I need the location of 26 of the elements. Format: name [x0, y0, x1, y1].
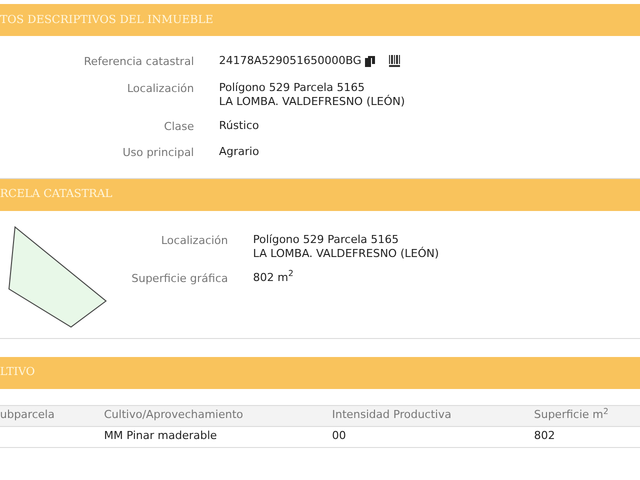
column-header: ubparcela — [0, 408, 55, 422]
field-label: Uso principal — [122, 146, 194, 159]
column-header: Cultivo/Aprovechamiento — [104, 408, 244, 422]
field-value: LA LOMBA. VALDEFRESNO (LEÓN) — [253, 246, 439, 260]
table-cell: 802 — [534, 429, 555, 442]
section-title: TOS DESCRIPTIVOS DEL INMUEBLE — [0, 12, 214, 28]
copy-icon[interactable] — [365, 56, 376, 66]
section-title: LTIVO — [0, 364, 35, 380]
field-value: LA LOMBA. VALDEFRESNO (LEÓN) — [219, 94, 405, 108]
field-value: Rústico — [219, 118, 259, 132]
field-value: 802 m$^{2}$ — [253, 270, 294, 284]
table-cell: MM Pinar maderable — [104, 429, 217, 442]
field-label: Superficie gráfica — [132, 272, 228, 284]
field-label: Localización — [161, 234, 228, 246]
table-cell: 00 — [332, 429, 346, 442]
barcode-icon[interactable] — [389, 55, 400, 67]
column-header: Intensidad Productiva — [332, 408, 452, 422]
field-value: Agrario — [219, 145, 260, 159]
field-value: Polígono 529 Parcela 5165 — [253, 232, 399, 246]
section-title: RCELA CATASTRAL — [0, 186, 112, 202]
field-value: 24178A529051650000BG — [219, 54, 362, 68]
field-label: Referencia catastral — [84, 55, 194, 68]
field-value: Polígono 529 Parcela 5165 — [219, 80, 365, 94]
field-label: Localización — [127, 82, 194, 94]
field-label: Clase — [164, 120, 194, 132]
column-header: Superficie m$^{2}$ — [534, 408, 608, 422]
